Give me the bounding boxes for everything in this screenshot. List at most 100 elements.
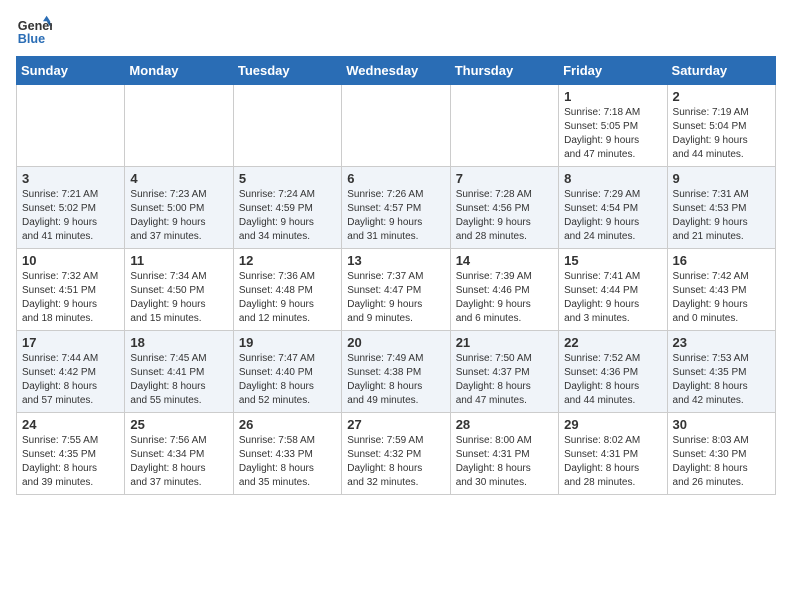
day-info: Sunrise: 7:53 AM Sunset: 4:35 PM Dayligh… [673,352,770,408]
day-info: Sunrise: 8:02 AM Sunset: 4:31 PM Dayligh… [564,434,661,490]
calendar-cell: 22Sunrise: 7:52 AM Sunset: 4:36 PM Dayli… [559,331,667,413]
day-info: Sunrise: 7:34 AM Sunset: 4:50 PM Dayligh… [130,270,227,326]
calendar-cell: 28 Sunrise: 8:00 AM Sunset: 4:31 PM Dayli… [450,413,558,495]
logo-icon: General Blue [16,14,52,50]
day-info: Sunrise: 7:49 AM Sunset: 4:38 PM Dayligh… [347,352,444,408]
day-number: 25 [130,417,227,432]
day-number: 15 [564,253,661,268]
day-info: Sunrise: 7:23 AM Sunset: 5:00 PM Dayligh… [130,188,227,244]
calendar-week-row: 1 Sunrise: 7:18 AM Sunset: 5:05 PM Daylig… [17,85,776,167]
day-info: Sunrise: 7:18 AM Sunset: 5:05 PM Dayligh… [564,106,661,162]
day-info: Sunrise: 7:59 AM Sunset: 4:32 PM Dayligh… [347,434,444,490]
weekday-header: Tuesday [233,57,341,85]
day-number: 17 [22,335,119,350]
calendar-cell: 30 Sunrise: 8:03 AM Sunset: 4:30 PM Dayli… [667,413,775,495]
weekday-header-row: SundayMondayTuesdayWednesdayThursdayFrid… [17,57,776,85]
day-number: 12 [239,253,336,268]
day-number: 10 [22,253,119,268]
calendar-week-row: 3 Sunrise: 7:21 AM Sunset: 5:02 PM Daylig… [17,167,776,249]
weekday-header: Monday [125,57,233,85]
day-info: Sunrise: 7:56 AM Sunset: 4:34 PM Dayligh… [130,434,227,490]
day-info: Sunrise: 7:31 AM Sunset: 4:53 PM Dayligh… [673,188,770,244]
calendar-cell: 2Sunrise: 7:19 AM Sunset: 5:04 PM Daylig… [667,85,775,167]
calendar-cell [450,85,558,167]
calendar-cell: 5 Sunrise: 7:24 AM Sunset: 4:59 PM Daylig… [233,167,341,249]
calendar-cell: 20 Sunrise: 7:49 AM Sunset: 4:38 PM Dayli… [342,331,450,413]
calendar-cell: 14 Sunrise: 7:39 AM Sunset: 4:46 PM Dayli… [450,249,558,331]
calendar-cell: 15 Sunrise: 7:41 AM Sunset: 4:44 PM Dayli… [559,249,667,331]
day-info: Sunrise: 7:44 AM Sunset: 4:42 PM Dayligh… [22,352,119,408]
day-number: 8 [564,171,661,186]
page: General Blue SundayMondayTuesdayWednesda… [0,0,792,511]
calendar-week-row: 17 Sunrise: 7:44 AM Sunset: 4:42 PM Dayli… [17,331,776,413]
day-number: 11 [130,253,227,268]
weekday-header: Sunday [17,57,125,85]
calendar-cell: 19 Sunrise: 7:47 AM Sunset: 4:40 PM Dayli… [233,331,341,413]
day-number: 26 [239,417,336,432]
day-number: 13 [347,253,444,268]
day-info: Sunrise: 7:37 AM Sunset: 4:47 PM Dayligh… [347,270,444,326]
day-number: 3 [22,171,119,186]
day-number: 4 [130,171,227,186]
day-info: Sunrise: 7:58 AM Sunset: 4:33 PM Dayligh… [239,434,336,490]
day-info: Sunrise: 7:41 AM Sunset: 4:44 PM Dayligh… [564,270,661,326]
day-number: 28 [456,417,553,432]
calendar-cell: 21Sunrise: 7:50 AM Sunset: 4:37 PM Dayli… [450,331,558,413]
day-info: Sunrise: 7:55 AM Sunset: 4:35 PM Dayligh… [22,434,119,490]
calendar-cell: 10 Sunrise: 7:32 AM Sunset: 4:51 PM Dayli… [17,249,125,331]
calendar-cell: 8Sunrise: 7:29 AM Sunset: 4:54 PM Daylig… [559,167,667,249]
day-info: Sunrise: 7:26 AM Sunset: 4:57 PM Dayligh… [347,188,444,244]
day-info: Sunrise: 7:47 AM Sunset: 4:40 PM Dayligh… [239,352,336,408]
day-info: Sunrise: 7:45 AM Sunset: 4:41 PM Dayligh… [130,352,227,408]
calendar-week-row: 10 Sunrise: 7:32 AM Sunset: 4:51 PM Dayli… [17,249,776,331]
calendar-cell: 29 Sunrise: 8:02 AM Sunset: 4:31 PM Dayli… [559,413,667,495]
calendar-cell: 1 Sunrise: 7:18 AM Sunset: 5:05 PM Daylig… [559,85,667,167]
day-number: 5 [239,171,336,186]
day-info: Sunrise: 7:39 AM Sunset: 4:46 PM Dayligh… [456,270,553,326]
day-number: 20 [347,335,444,350]
day-info: Sunrise: 8:00 AM Sunset: 4:31 PM Dayligh… [456,434,553,490]
day-number: 30 [673,417,770,432]
weekday-header: Saturday [667,57,775,85]
day-number: 16 [673,253,770,268]
day-number: 19 [239,335,336,350]
day-info: Sunrise: 7:21 AM Sunset: 5:02 PM Dayligh… [22,188,119,244]
day-info: Sunrise: 7:52 AM Sunset: 4:36 PM Dayligh… [564,352,661,408]
logo: General Blue [16,14,52,50]
day-number: 2 [673,89,770,104]
day-number: 14 [456,253,553,268]
day-number: 7 [456,171,553,186]
weekday-header: Thursday [450,57,558,85]
day-info: Sunrise: 7:32 AM Sunset: 4:51 PM Dayligh… [22,270,119,326]
day-number: 18 [130,335,227,350]
weekday-header: Friday [559,57,667,85]
calendar-cell [342,85,450,167]
calendar-cell: 13 Sunrise: 7:37 AM Sunset: 4:47 PM Dayli… [342,249,450,331]
svg-text:Blue: Blue [18,32,45,46]
day-number: 9 [673,171,770,186]
day-info: Sunrise: 7:24 AM Sunset: 4:59 PM Dayligh… [239,188,336,244]
calendar-cell: 16Sunrise: 7:42 AM Sunset: 4:43 PM Dayli… [667,249,775,331]
day-info: Sunrise: 7:28 AM Sunset: 4:56 PM Dayligh… [456,188,553,244]
day-info: Sunrise: 8:03 AM Sunset: 4:30 PM Dayligh… [673,434,770,490]
calendar-cell: 18 Sunrise: 7:45 AM Sunset: 4:41 PM Dayli… [125,331,233,413]
calendar-cell: 25 Sunrise: 7:56 AM Sunset: 4:34 PM Dayli… [125,413,233,495]
calendar-cell: 6 Sunrise: 7:26 AM Sunset: 4:57 PM Daylig… [342,167,450,249]
calendar-cell: 23 Sunrise: 7:53 AM Sunset: 4:35 PM Dayli… [667,331,775,413]
day-number: 6 [347,171,444,186]
calendar-table: SundayMondayTuesdayWednesdayThursdayFrid… [16,56,776,495]
calendar-cell [17,85,125,167]
day-number: 1 [564,89,661,104]
calendar-cell: 12Sunrise: 7:36 AM Sunset: 4:48 PM Dayli… [233,249,341,331]
calendar-cell: 9 Sunrise: 7:31 AM Sunset: 4:53 PM Daylig… [667,167,775,249]
day-number: 29 [564,417,661,432]
header-area: General Blue [16,10,776,50]
calendar-cell [233,85,341,167]
day-number: 21 [456,335,553,350]
calendar-week-row: 24 Sunrise: 7:55 AM Sunset: 4:35 PM Dayli… [17,413,776,495]
calendar-cell: 17 Sunrise: 7:44 AM Sunset: 4:42 PM Dayli… [17,331,125,413]
day-number: 24 [22,417,119,432]
calendar-cell [125,85,233,167]
day-number: 23 [673,335,770,350]
weekday-header: Wednesday [342,57,450,85]
